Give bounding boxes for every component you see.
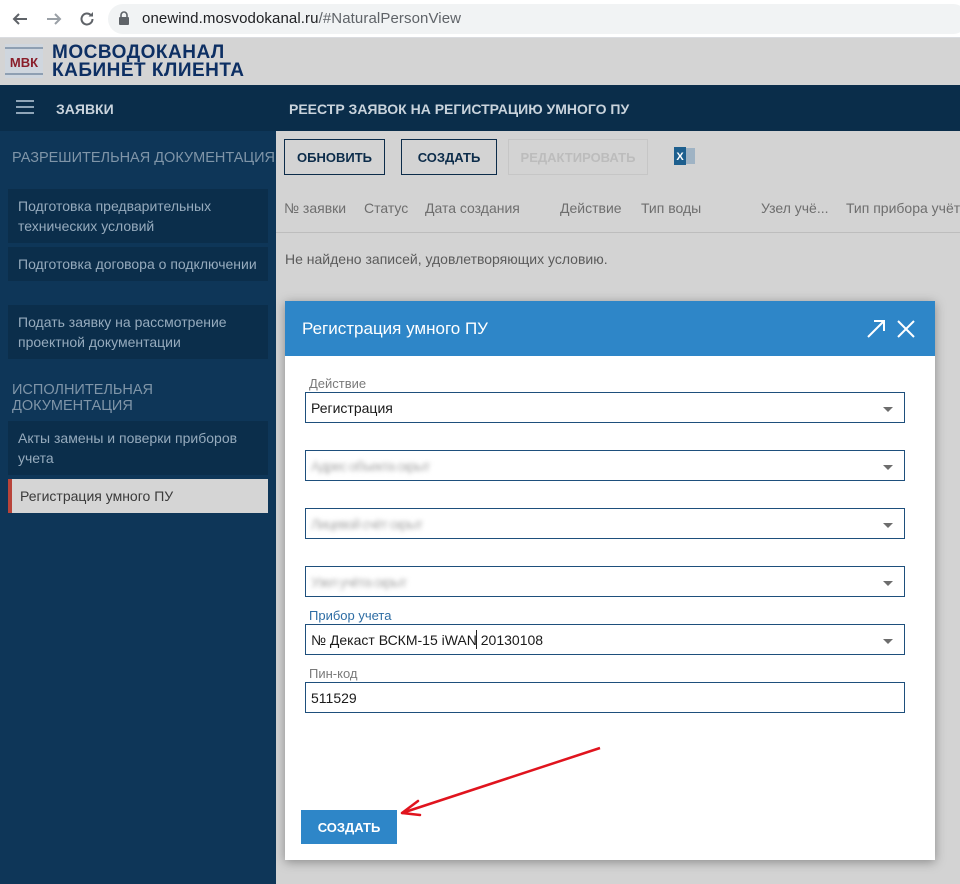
action-select[interactable]: Регистрация [305, 392, 905, 423]
metering-node-select[interactable]: Узел учёта скрыт [305, 566, 905, 597]
account-select[interactable]: Лицевой счёт скрыт [305, 508, 905, 539]
page-title: РЕЕСТР ЗАЯВОК НА РЕГИСТРАЦИЮ УМНОГО ПУ [289, 101, 630, 117]
back-icon[interactable] [8, 7, 32, 31]
url-host: onewind.mosvodokanal.ru [142, 10, 319, 27]
col-action[interactable]: Действие [560, 200, 622, 216]
meter-value: № Декаст ВСКМ-15 iWAN 20130108 [311, 632, 544, 648]
section-title: ЗАЯВКИ [56, 101, 114, 117]
maximize-icon[interactable] [865, 318, 887, 340]
browser-toolbar: onewind.mosvodokanal.ru/#NaturalPersonVi… [0, 0, 960, 38]
action-value: Регистрация [311, 400, 393, 416]
menu-icon[interactable] [16, 100, 34, 116]
sidebar-item-connection-contract[interactable]: Подготовка договора о подключении [8, 247, 268, 281]
sidebar-section-executive: ИСПОЛНИТЕЛЬНАЯ ДОКУМЕНТАЦИЯ [12, 382, 154, 414]
chevron-down-icon[interactable] [883, 581, 893, 586]
dialog-title: Регистрация умного ПУ [302, 319, 488, 338]
chevron-down-icon[interactable] [883, 465, 893, 470]
reload-icon[interactable] [75, 7, 99, 31]
text-cursor [476, 630, 477, 649]
top-navbar: ЗАЯВКИ РЕЕСТР ЗАЯВОК НА РЕГИСТРАЦИЮ УМНО… [0, 85, 960, 131]
svg-text:МВК: МВК [10, 55, 38, 70]
chevron-down-icon[interactable] [883, 639, 893, 644]
mosvodokanal-logo: МВК [5, 44, 43, 78]
metering-node-value-redacted: Узел учёта скрыт [311, 574, 407, 590]
address-select[interactable]: Адрес объекта скрыт [305, 450, 905, 481]
pin-value: 511529 [311, 690, 357, 706]
edit-button[interactable]: РЕДАКТИРОВАТЬ [508, 139, 648, 175]
dialog-header: Регистрация умного ПУ [285, 301, 935, 356]
chevron-down-icon[interactable] [883, 523, 893, 528]
logo-bar: МВК МОСВОДОКАНАЛ КАБИНЕТ КЛИЕНТА [0, 38, 960, 85]
annotation-arrow-icon [400, 746, 601, 817]
sidebar-item-smart-meter[interactable]: Регистрация умного ПУ [8, 479, 268, 513]
forward-icon[interactable] [42, 7, 66, 31]
col-metering-node[interactable]: Узел учё... [761, 200, 829, 216]
url-path: /#NaturalPersonView [318, 10, 462, 27]
brand-subtitle: КАБИНЕТ КЛИЕНТА [52, 60, 245, 81]
grid-header: № заявки Статус Дата создания Действие Т… [276, 181, 960, 233]
chevron-down-icon[interactable] [883, 407, 893, 412]
col-created-date[interactable]: Дата создания [425, 200, 520, 216]
address-value-redacted: Адрес объекта скрыт [311, 458, 430, 474]
svg-text:X: X [676, 151, 684, 163]
account-value-redacted: Лицевой счёт скрыт [311, 516, 423, 532]
meter-select[interactable]: № Декаст ВСКМ-15 iWAN 20130108 [305, 624, 905, 655]
sidebar-item-project-review[interactable]: Подать заявку на рассмотрение проектной … [8, 305, 268, 359]
sidebar: РАЗРЕШИТЕЛЬНАЯ ДОКУМЕНТАЦИЯ Подготовка п… [0, 131, 276, 884]
empty-grid-message: Не найдено записей, удовлетворяющих усло… [285, 251, 608, 267]
excel-export-icon[interactable]: X [674, 146, 696, 166]
close-icon[interactable] [895, 318, 917, 340]
sidebar-section-permits: РАЗРЕШИТЕЛЬНАЯ ДОКУМЕНТАЦИЯ [12, 150, 276, 166]
col-meter-type[interactable]: Тип прибора учёта [846, 200, 960, 216]
refresh-button[interactable]: ОБНОВИТЬ [284, 139, 385, 175]
sidebar-item-technical-conditions[interactable]: Подготовка предварительных технических у… [8, 189, 268, 243]
url-text[interactable]: onewind.mosvodokanal.ru/#NaturalPersonVi… [142, 10, 461, 27]
col-request-number[interactable]: № заявки [284, 200, 346, 216]
pin-input[interactable]: 511529 [305, 682, 905, 713]
create-toolbar-button[interactable]: СОЗДАТЬ [401, 139, 497, 175]
sidebar-item-replacement-acts[interactable]: Акты замены и поверки приборов учета [8, 421, 268, 475]
col-status[interactable]: Статус [364, 200, 408, 216]
smart-meter-registration-dialog: Регистрация умного ПУ Действие Регистрац… [285, 301, 935, 860]
lock-icon[interactable] [118, 11, 130, 31]
col-water-type[interactable]: Тип воды [641, 200, 701, 216]
create-button[interactable]: СОЗДАТЬ [301, 810, 397, 844]
action-label: Действие [309, 376, 367, 391]
pin-label: Пин-код [309, 666, 358, 681]
meter-label: Прибор учета [309, 608, 392, 623]
